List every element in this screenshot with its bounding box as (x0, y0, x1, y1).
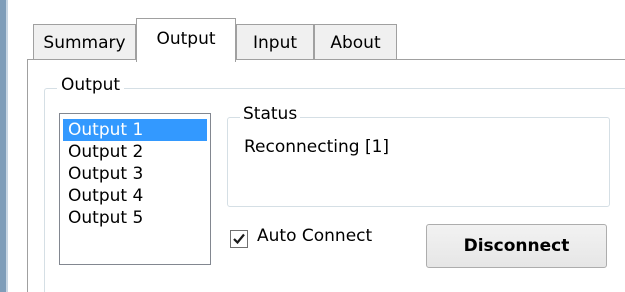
tab-summary-label: Summary (43, 33, 126, 53)
tab-output[interactable]: Output (136, 18, 236, 62)
checkmark-icon (233, 233, 245, 245)
tab-about[interactable]: About (314, 24, 397, 60)
disconnect-button[interactable]: Disconnect (426, 224, 607, 268)
tab-output-label: Output (156, 29, 216, 49)
status-groupbox (227, 117, 610, 207)
list-item-output-3[interactable]: Output 3 (63, 163, 207, 185)
output-listbox[interactable]: Output 1 Output 2 Output 3 Output 4 Outp… (59, 113, 211, 265)
tab-about-label: About (330, 33, 381, 53)
list-item-output-4[interactable]: Output 4 (63, 185, 207, 207)
auto-connect-label[interactable]: Auto Connect (257, 226, 372, 246)
status-label: Status (240, 104, 301, 124)
output-settings-window: Summary Output Input About Output Output… (0, 0, 625, 292)
window-border-highlight (6, 0, 8, 292)
status-text: Reconnecting [1] (244, 137, 390, 157)
auto-connect-checkbox[interactable] (230, 230, 248, 248)
list-item-output-5[interactable]: Output 5 (63, 207, 207, 229)
tab-summary[interactable]: Summary (33, 24, 136, 60)
list-item-output-1[interactable]: Output 1 (63, 119, 207, 141)
tab-input[interactable]: Input (236, 24, 314, 60)
output-group-label: Output (57, 75, 125, 95)
tab-input-label: Input (252, 33, 298, 53)
list-item-output-2[interactable]: Output 2 (63, 141, 207, 163)
